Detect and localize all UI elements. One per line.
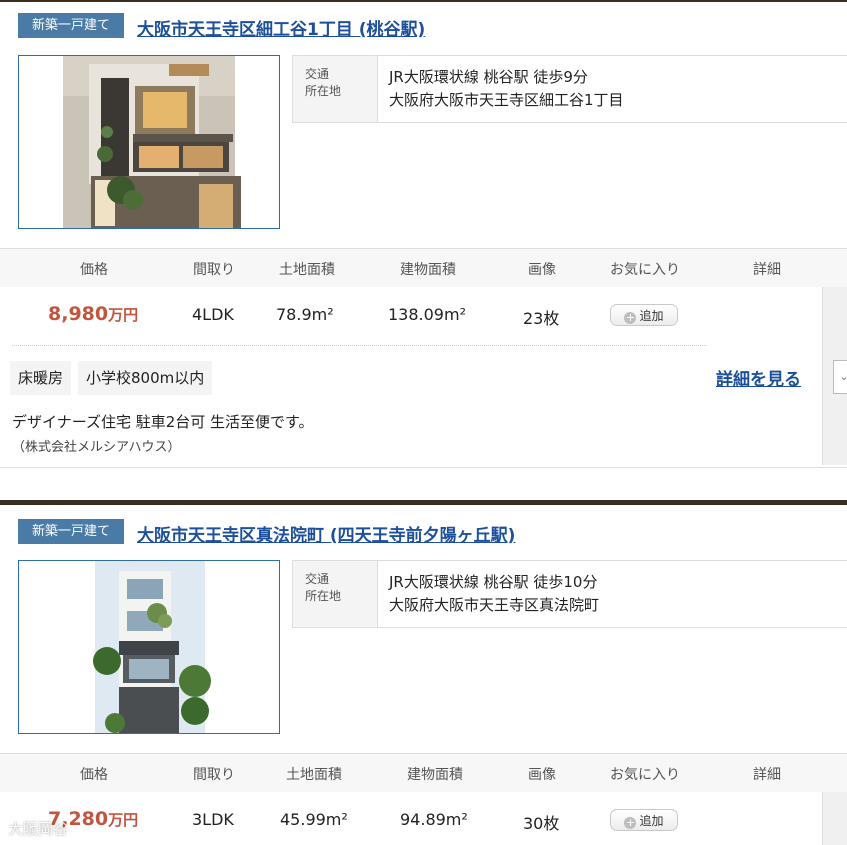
images-cell: 30枚 <box>523 814 560 833</box>
access-label: 交通 <box>305 572 330 586</box>
plus-circle-icon: + <box>624 311 637 324</box>
property-type-badge: 新築一戸建て <box>18 519 124 544</box>
info-labels: 交通 所在地 <box>293 561 378 627</box>
listing-bottom-border <box>0 467 847 468</box>
address-text: 大阪府大阪市天王寺区細工谷1丁目 <box>389 91 624 109</box>
header-price: 価格 <box>80 767 108 783</box>
header-layout: 間取り <box>193 767 235 783</box>
feature-tag-floor-heating: 床暖房 <box>10 361 72 395</box>
add-favorite-label: 追加 <box>639 309 664 323</box>
info-labels: 交通 所在地 <box>293 56 378 122</box>
chevron-icon[interactable]: ⌄ <box>833 360 847 394</box>
header-favorite: お気に入り <box>610 767 680 783</box>
spec-table-header: 価格 間取り 土地面積 建物面積 画像 お気に入り 詳細 <box>0 753 847 793</box>
header-price: 価格 <box>80 262 108 278</box>
header-land-area: 土地面積 <box>279 262 335 278</box>
layout-cell: 3LDK <box>192 810 234 829</box>
info-values: JR大阪環状線 桃谷駅 徒歩9分 大阪府大阪市天王寺区細工谷1丁目 <box>389 66 624 112</box>
header-building-area: 建物面積 <box>407 767 463 783</box>
add-favorite-button[interactable]: + 追加 <box>610 809 678 831</box>
header-images: 画像 <box>528 767 556 783</box>
row-side-panel <box>822 792 847 845</box>
listing-top-border <box>0 500 847 505</box>
add-favorite-label: 追加 <box>639 814 664 828</box>
spec-row: 8,980万円 4LDK 78.9m² 138.09m² 23枚 + 追加 床暖房… <box>0 287 822 467</box>
price-unit: 万円 <box>108 306 139 324</box>
plus-circle-icon: + <box>624 816 637 829</box>
listing-card-2: 新築一戸建て 大阪市天王寺区真法院町 (四天王寺前夕陽ヶ丘駅) 交通 所在地 J… <box>0 500 847 845</box>
property-photo[interactable] <box>18 55 280 229</box>
spec-table-header: 価格 間取り 土地面積 建物面積 画像 お気に入り 詳細 <box>0 248 847 288</box>
house-photo-image <box>63 56 241 228</box>
land-area-cell: 45.99m² <box>280 810 348 829</box>
price-cell: 8,980万円 <box>48 303 138 325</box>
spec-row: 7,280万円 3LDK 45.99m² 94.89m² 30枚 + 追加 <box>0 792 822 845</box>
house-photo-image <box>93 561 211 733</box>
address-text: 大阪府大阪市天王寺区真法院町 <box>389 596 600 614</box>
price-unit: 万円 <box>108 811 139 829</box>
view-details-link[interactable]: 詳細を見る <box>716 365 801 390</box>
row-divider <box>12 345 707 346</box>
header-detail: 詳細 <box>753 262 781 278</box>
watermark: 大阪岡谷 <box>8 820 69 838</box>
access-text: JR大阪環状線 桃谷駅 徒歩10分 <box>389 573 598 591</box>
property-photo[interactable] <box>18 560 280 734</box>
listing-company: （株式会社メルシアハウス） <box>12 440 181 455</box>
address-label: 所在地 <box>305 589 342 603</box>
header-detail: 詳細 <box>753 767 781 783</box>
building-area-cell: 138.09m² <box>388 305 466 324</box>
listing-title-link[interactable]: 大阪市天王寺区細工谷1丁目 (桃谷駅) <box>137 15 425 40</box>
info-values: JR大阪環状線 桃谷駅 徒歩10分 大阪府大阪市天王寺区真法院町 <box>389 571 599 617</box>
listing-card-1: 新築一戸建て 大阪市天王寺区細工谷1丁目 (桃谷駅) 交通 所在地 JR大阪環状… <box>0 0 847 467</box>
access-text: JR大阪環状線 桃谷駅 徒歩9分 <box>389 68 588 86</box>
access-label: 交通 <box>305 67 330 81</box>
building-area-cell: 94.89m² <box>400 810 468 829</box>
header-layout: 間取り <box>193 262 235 278</box>
price-value: 8,980 <box>48 303 109 325</box>
property-type-badge: 新築一戸建て <box>18 13 124 38</box>
images-cell: 23枚 <box>523 309 560 328</box>
header-land-area: 土地面積 <box>286 767 342 783</box>
feature-tag-school: 小学校800m以内 <box>78 361 213 395</box>
header-favorite: お気に入り <box>610 262 680 278</box>
land-area-cell: 78.9m² <box>276 305 334 324</box>
layout-cell: 4LDK <box>192 305 234 324</box>
listing-title-link[interactable]: 大阪市天王寺区真法院町 (四天王寺前夕陽ヶ丘駅) <box>137 521 515 546</box>
add-favorite-button[interactable]: + 追加 <box>610 304 678 326</box>
address-label: 所在地 <box>305 84 342 98</box>
header-images: 画像 <box>528 262 556 278</box>
access-address-box: 交通 所在地 JR大阪環状線 桃谷駅 徒歩9分 大阪府大阪市天王寺区細工谷1丁目 <box>292 55 847 123</box>
listing-description: デザイナーズ住宅 駐車2台可 生活至便です。 <box>12 413 314 431</box>
header-building-area: 建物面積 <box>400 262 456 278</box>
listing-top-border <box>0 0 847 2</box>
access-address-box: 交通 所在地 JR大阪環状線 桃谷駅 徒歩10分 大阪府大阪市天王寺区真法院町 <box>292 560 847 628</box>
